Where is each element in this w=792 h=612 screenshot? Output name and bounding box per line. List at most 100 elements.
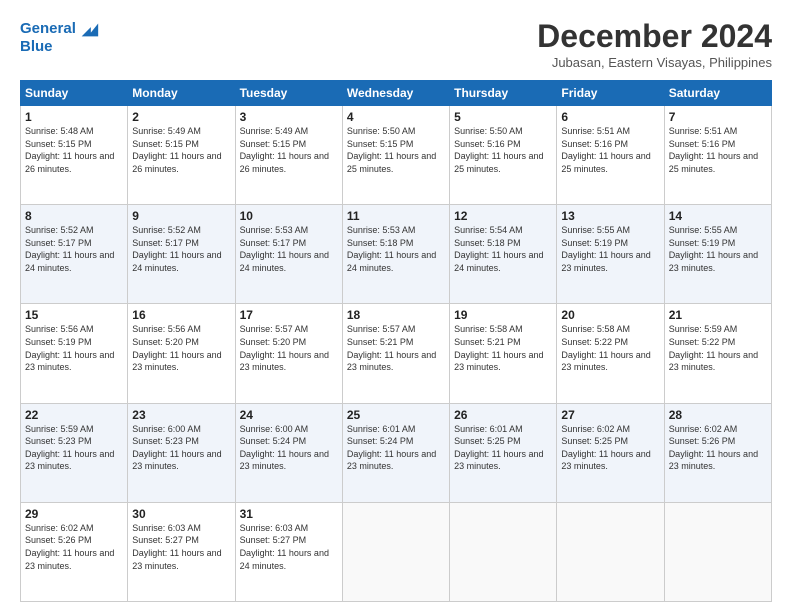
day-number: 22 [25,408,123,422]
logo-text: General [20,20,76,38]
calendar-header-friday: Friday [557,81,664,106]
logo-text-2: Blue [20,38,53,56]
logo-icon [78,18,100,40]
day-info: Sunrise: 5:59 AM Sunset: 5:22 PM Dayligh… [669,323,767,373]
calendar-cell: 1 Sunrise: 5:48 AM Sunset: 5:15 PM Dayli… [21,106,128,205]
day-number: 4 [347,110,445,124]
calendar-cell: 29 Sunrise: 6:02 AM Sunset: 5:26 PM Dayl… [21,502,128,601]
calendar-header-saturday: Saturday [664,81,771,106]
logo: General Blue [20,18,100,56]
day-number: 24 [240,408,338,422]
day-info: Sunrise: 5:57 AM Sunset: 5:20 PM Dayligh… [240,323,338,373]
calendar-cell: 13 Sunrise: 5:55 AM Sunset: 5:19 PM Dayl… [557,205,664,304]
month-title: December 2024 [537,18,772,55]
page: General Blue December 2024 Jubasan, East… [0,0,792,612]
calendar-cell: 17 Sunrise: 5:57 AM Sunset: 5:20 PM Dayl… [235,304,342,403]
calendar-header-thursday: Thursday [450,81,557,106]
calendar-cell: 28 Sunrise: 6:02 AM Sunset: 5:26 PM Dayl… [664,403,771,502]
calendar-header-wednesday: Wednesday [342,81,449,106]
calendar-cell: 10 Sunrise: 5:53 AM Sunset: 5:17 PM Dayl… [235,205,342,304]
day-number: 5 [454,110,552,124]
calendar-cell [664,502,771,601]
day-info: Sunrise: 5:58 AM Sunset: 5:22 PM Dayligh… [561,323,659,373]
day-info: Sunrise: 6:01 AM Sunset: 5:25 PM Dayligh… [454,423,552,473]
day-info: Sunrise: 6:03 AM Sunset: 5:27 PM Dayligh… [132,522,230,572]
day-info: Sunrise: 6:02 AM Sunset: 5:26 PM Dayligh… [669,423,767,473]
subtitle: Jubasan, Eastern Visayas, Philippines [537,55,772,70]
title-section: December 2024 Jubasan, Eastern Visayas, … [537,18,772,70]
calendar-week-1: 1 Sunrise: 5:48 AM Sunset: 5:15 PM Dayli… [21,106,772,205]
calendar-cell: 2 Sunrise: 5:49 AM Sunset: 5:15 PM Dayli… [128,106,235,205]
day-number: 1 [25,110,123,124]
day-number: 2 [132,110,230,124]
day-number: 27 [561,408,659,422]
calendar-cell: 19 Sunrise: 5:58 AM Sunset: 5:21 PM Dayl… [450,304,557,403]
day-info: Sunrise: 5:54 AM Sunset: 5:18 PM Dayligh… [454,224,552,274]
calendar-header-monday: Monday [128,81,235,106]
day-info: Sunrise: 5:52 AM Sunset: 5:17 PM Dayligh… [25,224,123,274]
day-info: Sunrise: 6:00 AM Sunset: 5:23 PM Dayligh… [132,423,230,473]
day-number: 30 [132,507,230,521]
day-number: 3 [240,110,338,124]
calendar-cell: 31 Sunrise: 6:03 AM Sunset: 5:27 PM Dayl… [235,502,342,601]
day-number: 31 [240,507,338,521]
calendar-header-tuesday: Tuesday [235,81,342,106]
calendar-cell: 21 Sunrise: 5:59 AM Sunset: 5:22 PM Dayl… [664,304,771,403]
calendar-header-sunday: Sunday [21,81,128,106]
day-info: Sunrise: 6:00 AM Sunset: 5:24 PM Dayligh… [240,423,338,473]
day-info: Sunrise: 5:48 AM Sunset: 5:15 PM Dayligh… [25,125,123,175]
day-info: Sunrise: 5:55 AM Sunset: 5:19 PM Dayligh… [561,224,659,274]
day-info: Sunrise: 5:53 AM Sunset: 5:18 PM Dayligh… [347,224,445,274]
day-info: Sunrise: 5:49 AM Sunset: 5:15 PM Dayligh… [240,125,338,175]
calendar-cell: 7 Sunrise: 5:51 AM Sunset: 5:16 PM Dayli… [664,106,771,205]
day-info: Sunrise: 5:57 AM Sunset: 5:21 PM Dayligh… [347,323,445,373]
calendar-cell: 26 Sunrise: 6:01 AM Sunset: 5:25 PM Dayl… [450,403,557,502]
calendar-cell [342,502,449,601]
calendar-cell: 24 Sunrise: 6:00 AM Sunset: 5:24 PM Dayl… [235,403,342,502]
day-info: Sunrise: 5:52 AM Sunset: 5:17 PM Dayligh… [132,224,230,274]
calendar-cell: 6 Sunrise: 5:51 AM Sunset: 5:16 PM Dayli… [557,106,664,205]
day-number: 20 [561,308,659,322]
calendar-cell: 18 Sunrise: 5:57 AM Sunset: 5:21 PM Dayl… [342,304,449,403]
day-info: Sunrise: 5:51 AM Sunset: 5:16 PM Dayligh… [669,125,767,175]
day-number: 12 [454,209,552,223]
day-number: 13 [561,209,659,223]
day-info: Sunrise: 5:59 AM Sunset: 5:23 PM Dayligh… [25,423,123,473]
day-number: 9 [132,209,230,223]
calendar-cell: 12 Sunrise: 5:54 AM Sunset: 5:18 PM Dayl… [450,205,557,304]
calendar-cell: 3 Sunrise: 5:49 AM Sunset: 5:15 PM Dayli… [235,106,342,205]
day-info: Sunrise: 6:03 AM Sunset: 5:27 PM Dayligh… [240,522,338,572]
day-number: 11 [347,209,445,223]
calendar-week-4: 22 Sunrise: 5:59 AM Sunset: 5:23 PM Dayl… [21,403,772,502]
day-number: 14 [669,209,767,223]
calendar-cell: 27 Sunrise: 6:02 AM Sunset: 5:25 PM Dayl… [557,403,664,502]
calendar-cell: 14 Sunrise: 5:55 AM Sunset: 5:19 PM Dayl… [664,205,771,304]
day-info: Sunrise: 6:02 AM Sunset: 5:25 PM Dayligh… [561,423,659,473]
day-number: 18 [347,308,445,322]
calendar-cell: 11 Sunrise: 5:53 AM Sunset: 5:18 PM Dayl… [342,205,449,304]
day-info: Sunrise: 5:49 AM Sunset: 5:15 PM Dayligh… [132,125,230,175]
calendar-cell: 5 Sunrise: 5:50 AM Sunset: 5:16 PM Dayli… [450,106,557,205]
day-info: Sunrise: 5:51 AM Sunset: 5:16 PM Dayligh… [561,125,659,175]
day-number: 17 [240,308,338,322]
header: General Blue December 2024 Jubasan, East… [20,18,772,70]
day-number: 15 [25,308,123,322]
calendar-cell [557,502,664,601]
day-info: Sunrise: 5:56 AM Sunset: 5:19 PM Dayligh… [25,323,123,373]
day-number: 10 [240,209,338,223]
day-number: 21 [669,308,767,322]
calendar-cell: 16 Sunrise: 5:56 AM Sunset: 5:20 PM Dayl… [128,304,235,403]
calendar-cell: 4 Sunrise: 5:50 AM Sunset: 5:15 PM Dayli… [342,106,449,205]
day-number: 29 [25,507,123,521]
day-number: 25 [347,408,445,422]
calendar-table: SundayMondayTuesdayWednesdayThursdayFrid… [20,80,772,602]
day-info: Sunrise: 5:50 AM Sunset: 5:16 PM Dayligh… [454,125,552,175]
day-number: 23 [132,408,230,422]
calendar-cell: 15 Sunrise: 5:56 AM Sunset: 5:19 PM Dayl… [21,304,128,403]
day-number: 8 [25,209,123,223]
calendar-week-5: 29 Sunrise: 6:02 AM Sunset: 5:26 PM Dayl… [21,502,772,601]
day-number: 7 [669,110,767,124]
day-number: 16 [132,308,230,322]
day-info: Sunrise: 5:55 AM Sunset: 5:19 PM Dayligh… [669,224,767,274]
calendar-cell: 20 Sunrise: 5:58 AM Sunset: 5:22 PM Dayl… [557,304,664,403]
